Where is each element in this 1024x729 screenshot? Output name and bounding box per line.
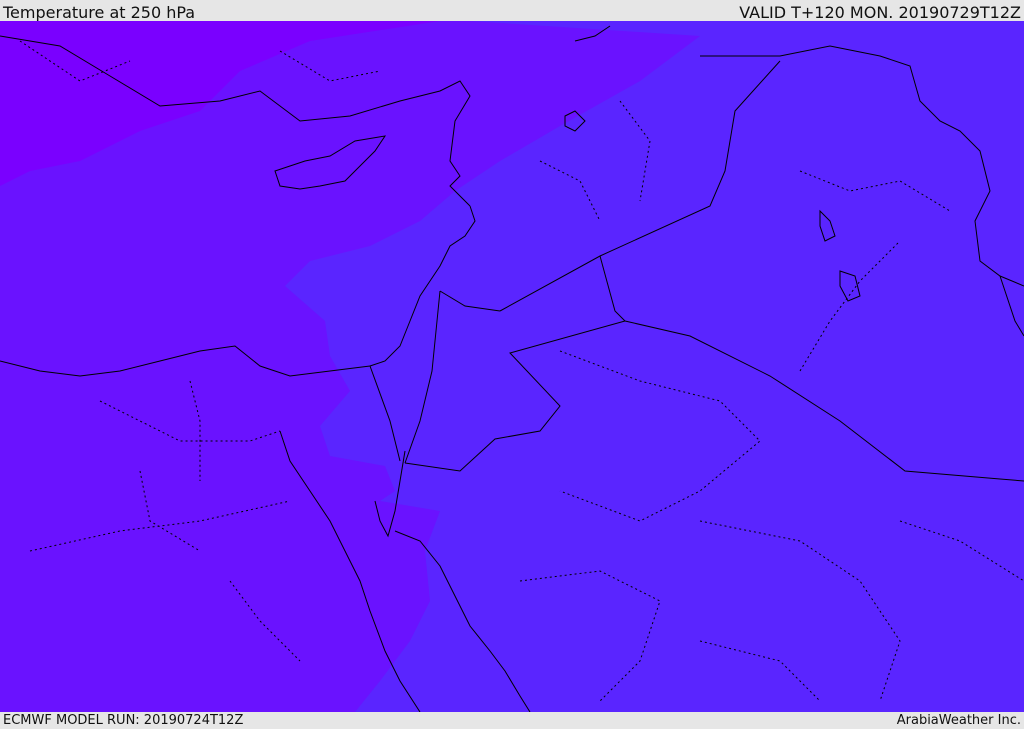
credit: ArabiaWeather Inc. (896, 713, 1021, 728)
map-canvas (0, 21, 1024, 712)
map-title: Temperature at 250 hPa (3, 3, 196, 22)
valid-time: VALID T+120 MON. 20190729T12Z (739, 3, 1021, 22)
footer-bar: ECMWF MODEL RUN: 20190724T12Z ArabiaWeat… (0, 712, 1024, 729)
temperature-map[interactable] (0, 21, 1024, 712)
model-run: ECMWF MODEL RUN: 20190724T12Z (3, 713, 244, 728)
header-bar: Temperature at 250 hPa VALID T+120 MON. … (0, 0, 1024, 22)
